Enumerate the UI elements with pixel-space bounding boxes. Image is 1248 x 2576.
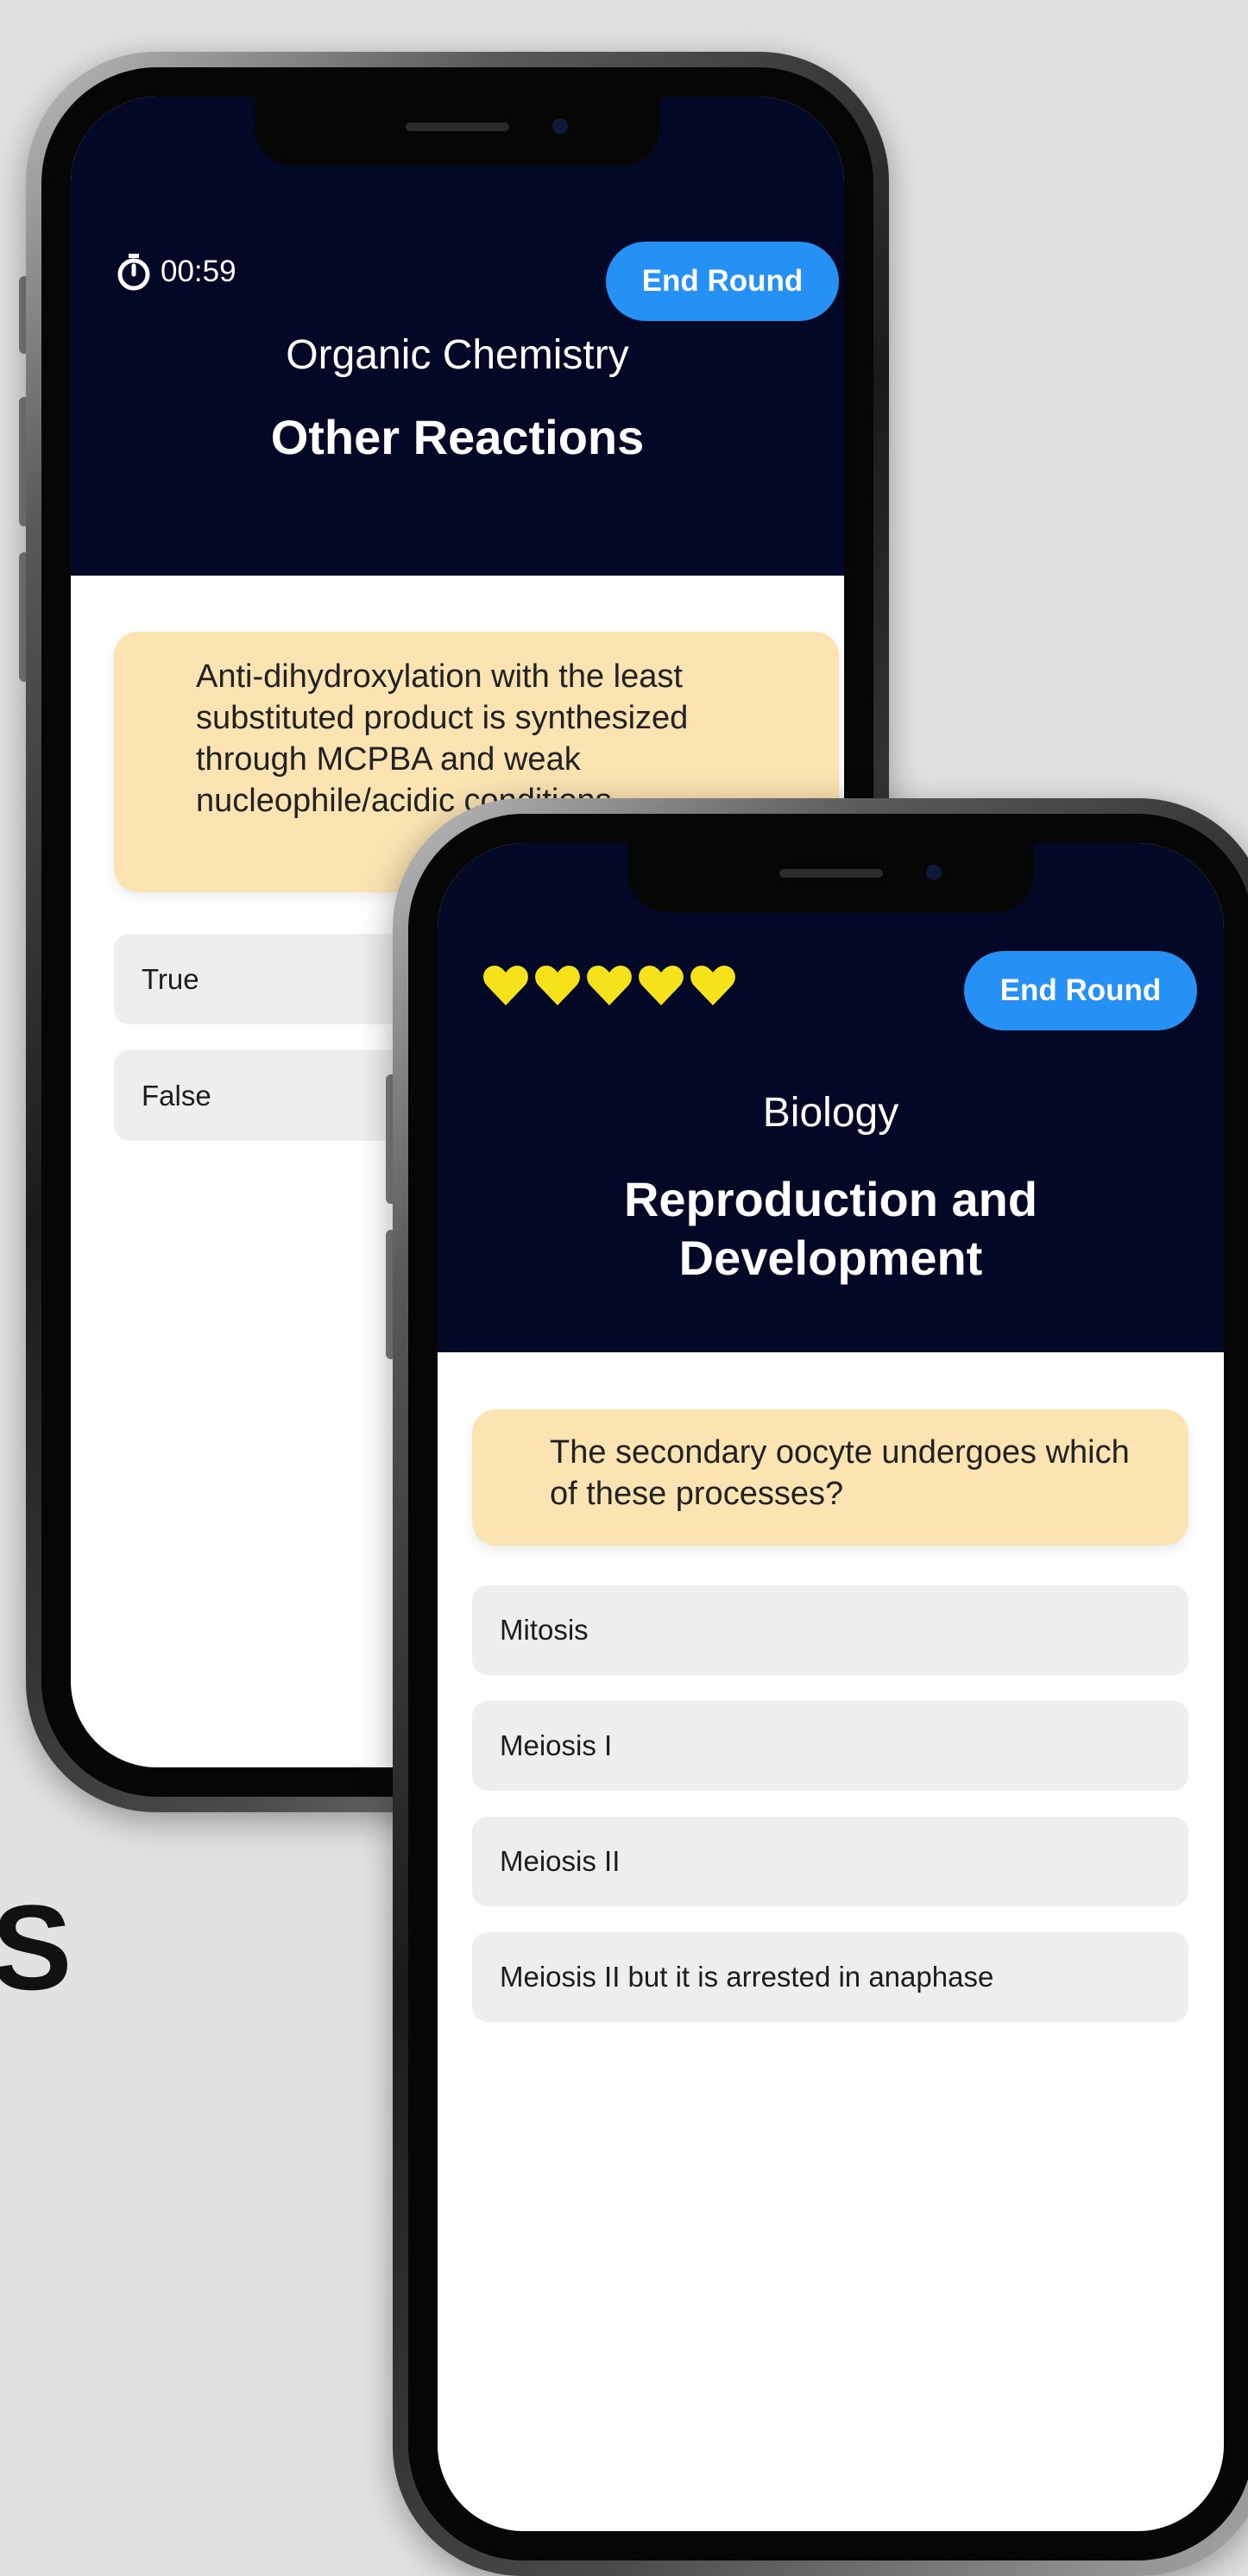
end-round-button[interactable]: End Round [606,242,839,321]
topic-title: Other Reactions [270,410,645,464]
topic-title-line-1: Reproduction and [623,1172,1038,1226]
phone-front: End Round Biology Reproduction and Devel… [386,798,1248,2576]
subject-title: Biology [762,1090,899,1136]
heart-icon [639,966,684,1005]
front-camera [552,118,568,134]
answer-option-meiosis-i[interactable]: Meiosis I [472,1701,1188,1791]
front-camera [925,865,942,880]
phone-notch [255,97,660,166]
quiz-header: End Round Biology Reproduction and Devel… [438,843,1224,1352]
speaker-grille [406,123,509,131]
phone-screen: End Round Biology Reproduction and Devel… [438,843,1224,2531]
heart-icon [483,966,528,1005]
topic-title-line-2: Development [678,1231,983,1285]
speaker-grille [778,869,883,878]
question-text: Anti-dihydroxylation with the least subs… [196,658,689,819]
stopwatch-icon [117,254,150,291]
answer-option-meiosis-ii-anaphase[interactable]: Meiosis II but it is arrested in anaphas… [472,1932,1188,2022]
phone-notch [627,843,1034,912]
heart-icon [587,966,632,1005]
end-round-button[interactable]: End Round [964,951,1197,1030]
timer-value: 00:59 [161,255,236,288]
lives-indicator [482,964,736,1007]
subject-title: Organic Chemistry [286,332,629,378]
round-timer: 00:59 [114,252,236,292]
quiz-header: 00:59 End Round Organic Chemistry Other … [71,97,844,576]
answer-option-mitosis[interactable]: Mitosis [472,1585,1188,1675]
heart-icon [690,966,735,1005]
answer-option-meiosis-ii[interactable]: Meiosis II [472,1817,1188,1906]
question-text: The secondary oocyte undergoes which of … [550,1434,1130,1512]
question-card: The secondary oocyte undergoes which of … [472,1409,1188,1546]
heart-icon [535,966,580,1005]
background-heading-fragment: S [0,1880,72,2015]
